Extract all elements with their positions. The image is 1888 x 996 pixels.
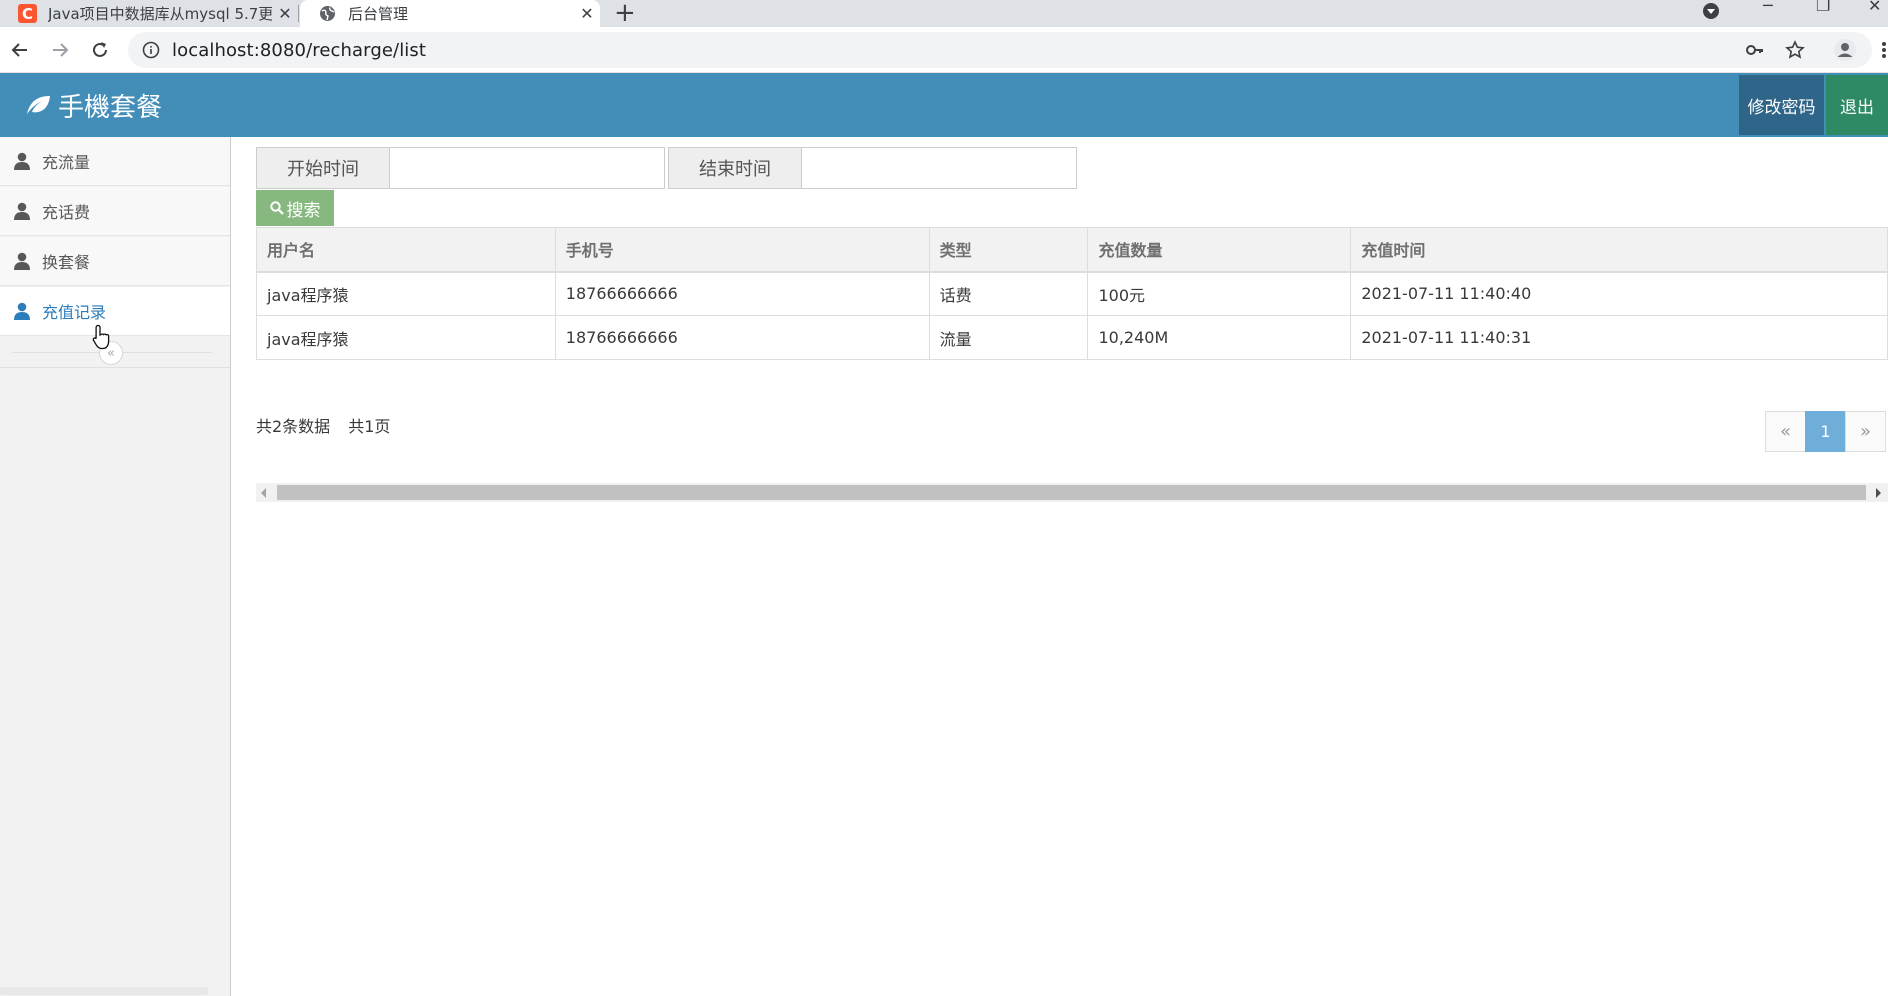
sidebar-item-label: 充值记录: [42, 303, 107, 322]
browser-tab-admin[interactable]: 后台管理 ✕: [300, 0, 600, 27]
key-icon[interactable]: [1741, 36, 1769, 64]
site-info-icon[interactable]: [142, 41, 160, 59]
cell-username: java程序猿: [256, 315, 556, 360]
table-row: java程序猿 18766666666 话费 100元 2021-07-11 1…: [256, 271, 1888, 316]
scroll-left-icon[interactable]: [261, 488, 266, 498]
browser-toolbar: localhost:8080/recharge/list: [0, 27, 1888, 73]
forward-icon[interactable]: [46, 36, 74, 64]
cell-time: 2021-07-11 11:40:31: [1350, 315, 1888, 360]
csdn-favicon-icon: C: [18, 4, 37, 23]
sidebar-item-recharge-phone[interactable]: 充话费: [0, 187, 230, 236]
brand[interactable]: 手機套餐: [24, 73, 162, 137]
sidebar-item-label: 充话费: [42, 203, 91, 222]
start-time-group: 开始时间: [256, 147, 665, 189]
close-tab-icon[interactable]: ✕: [574, 4, 600, 23]
user-icon: [14, 202, 30, 220]
column-header-username: 用户名: [256, 227, 556, 273]
sidebar: 充流量 充话费 换套餐 充值记录 «: [0, 137, 231, 996]
cell-time: 2021-07-11 11:40:40: [1350, 271, 1888, 316]
total-records: 共2条数据: [256, 417, 331, 436]
cell-phone: 18766666666: [554, 271, 930, 316]
cell-amount: 100元: [1087, 271, 1352, 316]
svg-text:C: C: [22, 5, 33, 23]
cell-phone: 18766666666: [554, 315, 930, 360]
brand-title: 手機套餐: [58, 92, 163, 123]
back-icon[interactable]: [6, 36, 34, 64]
search-button[interactable]: 搜索: [256, 190, 334, 226]
change-password-button[interactable]: 修改密码: [1739, 75, 1824, 135]
column-header-amount: 充值数量: [1087, 227, 1352, 273]
pagination-next[interactable]: »: [1845, 411, 1886, 452]
leaf-icon: [27, 96, 50, 114]
search-button-label: 搜索: [286, 200, 321, 221]
sidebar-item-recharge-data[interactable]: 充流量: [0, 137, 230, 186]
scrollbar-thumb[interactable]: [277, 485, 1866, 500]
cell-username: java程序猿: [256, 271, 556, 316]
logout-button[interactable]: 退出: [1826, 75, 1888, 135]
new-tab-icon[interactable]: +: [614, 0, 636, 28]
sidebar-item-label: 充流量: [42, 153, 91, 172]
user-icon: [14, 152, 30, 170]
close-tab-icon[interactable]: ✕: [272, 4, 298, 23]
tab-separator: [298, 5, 299, 22]
reload-icon[interactable]: [86, 36, 114, 64]
scroll-right-icon[interactable]: [1876, 488, 1881, 498]
browser-tab-title: Java项目中数据库从mysql 5.7更: [48, 5, 272, 23]
start-time-input[interactable]: [390, 147, 665, 189]
profile-avatar-icon[interactable]: [1831, 36, 1859, 64]
hand-cursor-icon: [92, 324, 110, 350]
pagination-prev[interactable]: «: [1765, 411, 1806, 452]
table-row: java程序猿 18766666666 流量 10,240M 2021-07-1…: [256, 315, 1888, 360]
pagination-info: 共2条数据 共1页: [256, 413, 390, 437]
user-icon: [14, 252, 30, 270]
cell-type: 流量: [928, 315, 1089, 360]
close-window-icon[interactable]: ✕: [1868, 0, 1881, 15]
column-header-phone: 手机号: [554, 227, 930, 273]
browser-tabstrip: C Java项目中数据库从mysql 5.7更 ✕ 后台管理 ✕ + ─ ❐ ✕: [0, 0, 1888, 28]
end-time-label: 结束时间: [668, 147, 802, 189]
horizontal-scrollbar[interactable]: [256, 483, 1888, 502]
table-header-row: 用户名 手机号 类型 充值数量 充值时间: [256, 227, 1888, 273]
app-header: 手機套餐 修改密码 退出: [0, 73, 1888, 137]
bookmark-star-icon[interactable]: [1781, 36, 1809, 64]
column-header-type: 类型: [928, 227, 1089, 273]
end-time-input[interactable]: [802, 147, 1077, 189]
end-time-group: 结束时间: [668, 147, 1077, 189]
sidebar-item-label: 换套餐: [42, 253, 91, 272]
pagination-page-1[interactable]: 1: [1805, 411, 1846, 452]
restore-icon[interactable]: ❐: [1816, 0, 1830, 15]
sidebar-divider: [0, 367, 230, 368]
address-bar[interactable]: localhost:8080/recharge/list: [128, 32, 1872, 68]
sidebar-item-recharge-records[interactable]: 充值记录: [0, 287, 230, 336]
browser-menu-icon[interactable]: [1870, 36, 1888, 64]
search-icon: [269, 201, 284, 215]
total-pages: 共1页: [348, 417, 391, 436]
start-time-label: 开始时间: [256, 147, 390, 189]
browser-tab-csdn[interactable]: C Java项目中数据库从mysql 5.7更 ✕: [0, 0, 298, 27]
column-header-time: 充值时间: [1350, 227, 1888, 273]
cell-amount: 10,240M: [1087, 315, 1352, 360]
profile-dropdown-icon[interactable]: [1702, 2, 1720, 24]
minimize-icon[interactable]: ─: [1763, 0, 1773, 15]
sidebar-item-change-plan[interactable]: 换套餐: [0, 237, 230, 286]
url-text: localhost:8080/recharge/list: [172, 39, 427, 61]
recharge-records-table: 用户名 手机号 类型 充值数量 充值时间 java程序猿 18766666666…: [256, 227, 1888, 360]
pagination: « 1 »: [1765, 411, 1886, 452]
sidebar-scrollbar[interactable]: [0, 987, 208, 995]
browser-tab-title: 后台管理: [348, 5, 409, 23]
cell-type: 话费: [928, 271, 1089, 316]
globe-icon: [318, 4, 337, 23]
user-icon: [14, 302, 30, 320]
